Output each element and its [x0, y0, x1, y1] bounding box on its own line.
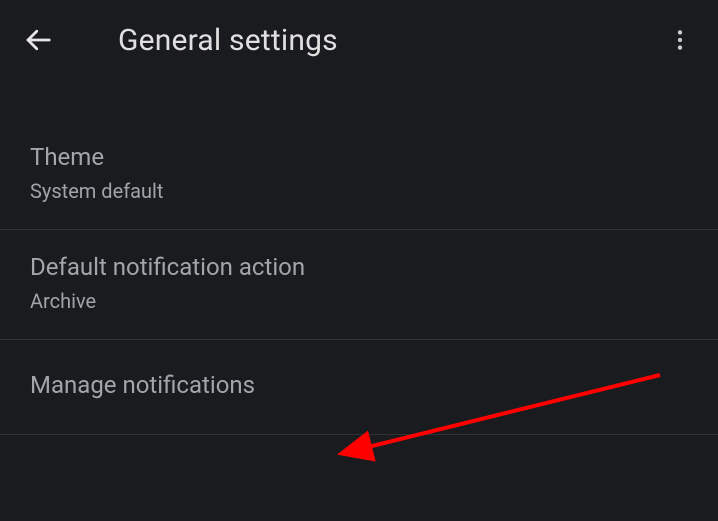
setting-value: System default	[30, 179, 688, 203]
back-arrow-icon[interactable]	[18, 20, 58, 60]
setting-title: Default notification action	[30, 252, 688, 283]
page-title: General settings	[118, 23, 660, 58]
more-vert-icon[interactable]	[660, 20, 700, 60]
settings-list: Theme System default Default notificatio…	[0, 80, 718, 435]
setting-title: Manage notifications	[30, 370, 688, 401]
setting-value: Archive	[30, 289, 688, 313]
setting-default-notification-action[interactable]: Default notification action Archive	[0, 230, 718, 340]
setting-theme[interactable]: Theme System default	[0, 120, 718, 230]
app-header: General settings	[0, 0, 718, 80]
setting-manage-notifications[interactable]: Manage notifications	[0, 340, 718, 434]
setting-title: Theme	[30, 142, 688, 173]
